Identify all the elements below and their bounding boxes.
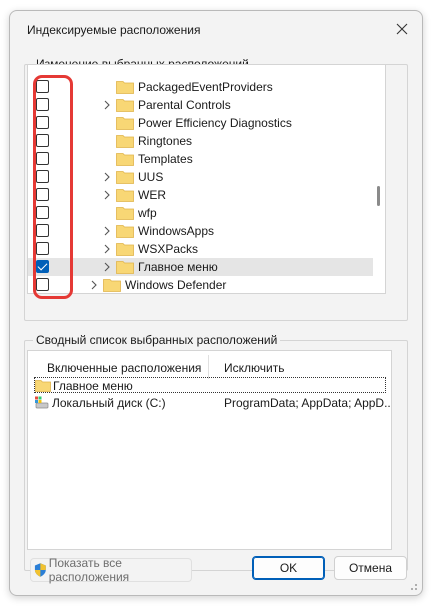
cancel-button[interactable]: Отмена [334, 556, 407, 580]
cancel-label: Отмена [348, 561, 393, 575]
summary-legend: Сводный список выбранных расположений [33, 333, 281, 347]
tree-item[interactable]: Ringtones [28, 132, 373, 150]
tree-item[interactable]: Главное меню [28, 258, 373, 276]
folder-icon [116, 189, 134, 202]
tree-item[interactable]: Parental Controls [28, 96, 373, 114]
chevron-right-icon[interactable] [102, 189, 112, 201]
folder-icon [116, 243, 134, 256]
title-bar: Индексируемые расположения [10, 11, 422, 45]
folder-icon [116, 207, 134, 220]
tree-item-label: wfp [138, 206, 157, 220]
show-all-locations-button[interactable]: Показать все расположения [30, 556, 192, 584]
close-icon [396, 23, 408, 35]
tree-item-label: Parental Controls [138, 98, 231, 112]
tree-item-label: WSXPacks [138, 242, 199, 256]
tree-item[interactable]: wfp [28, 204, 373, 222]
tree-item[interactable]: WER [28, 186, 373, 204]
folder-icon [116, 261, 134, 274]
ok-button[interactable]: OK [252, 556, 325, 580]
tree-item[interactable]: WSXPacks [28, 240, 373, 258]
drive-icon [35, 396, 49, 409]
summary-exclude: ProgramData; AppData; AppD... [224, 396, 392, 410]
column-header-included[interactable]: Включенные расположения [47, 361, 201, 375]
tree-item-label: UUS [138, 170, 164, 184]
tree-item[interactable]: Templates [28, 150, 373, 168]
tree-item-label: Windows Defender [125, 278, 227, 292]
tree-item-label: WER [138, 188, 166, 202]
tree-item-label: PackagedEventProviders [138, 80, 273, 94]
chevron-right-icon[interactable] [102, 243, 112, 255]
summary-row[interactable]: Главное меню [34, 377, 386, 393]
tree-scroll-thumb[interactable] [377, 186, 380, 206]
chevron-right-icon[interactable] [89, 279, 99, 291]
tree-item-label: Power Efficiency Diagnostics [138, 116, 292, 130]
resize-grip-icon[interactable] [408, 581, 418, 591]
folder-icon [116, 81, 134, 94]
chevron-right-icon[interactable] [102, 225, 112, 237]
show-all-label: Показать все расположения [48, 556, 130, 584]
folder-icon [116, 117, 134, 130]
folder-icon [116, 135, 134, 148]
ok-label: OK [279, 561, 298, 575]
shield-icon [34, 563, 46, 577]
tree-item-label: Главное меню [138, 260, 218, 274]
chevron-right-icon[interactable] [102, 171, 112, 183]
locations-tree[interactable]: PackagedEventProviders Parental Controls P… [27, 64, 386, 294]
chevron-right-icon[interactable] [102, 261, 112, 273]
tree-item[interactable]: WindowsApps [28, 222, 373, 240]
tree-item[interactable]: Windows Defender [28, 276, 373, 293]
summary-row[interactable]: Локальный диск (C:) ProgramData; AppData… [34, 395, 391, 411]
folder-icon [116, 225, 134, 238]
folder-icon [116, 99, 134, 112]
tree-scrollbar[interactable] [371, 65, 385, 293]
tree-item[interactable]: Power Efficiency Diagnostics [28, 114, 373, 132]
checkbox-highlight-annotation [33, 75, 73, 299]
folder-icon [116, 153, 134, 166]
folder-icon [116, 171, 134, 184]
tree-item-label: WindowsApps [138, 224, 215, 238]
column-separator[interactable] [208, 355, 209, 379]
folder-icon [35, 380, 51, 392]
tree-item-label: Templates [138, 152, 193, 166]
summary-location: Главное меню [53, 379, 133, 393]
tree-item[interactable]: PackagedEventProviders [28, 78, 373, 96]
chevron-right-icon[interactable] [102, 99, 112, 111]
folder-icon [103, 279, 121, 292]
close-button[interactable] [386, 15, 418, 43]
summary-list: Включенные расположения Исключить Главно… [27, 350, 392, 550]
window-title: Индексируемые расположения [27, 23, 201, 37]
tree-item-label: Ringtones [138, 134, 193, 148]
tree-item[interactable]: UUS [28, 168, 373, 186]
summary-location: Локальный диск (C:) [52, 396, 166, 410]
column-header-exclude[interactable]: Исключить [224, 361, 284, 375]
